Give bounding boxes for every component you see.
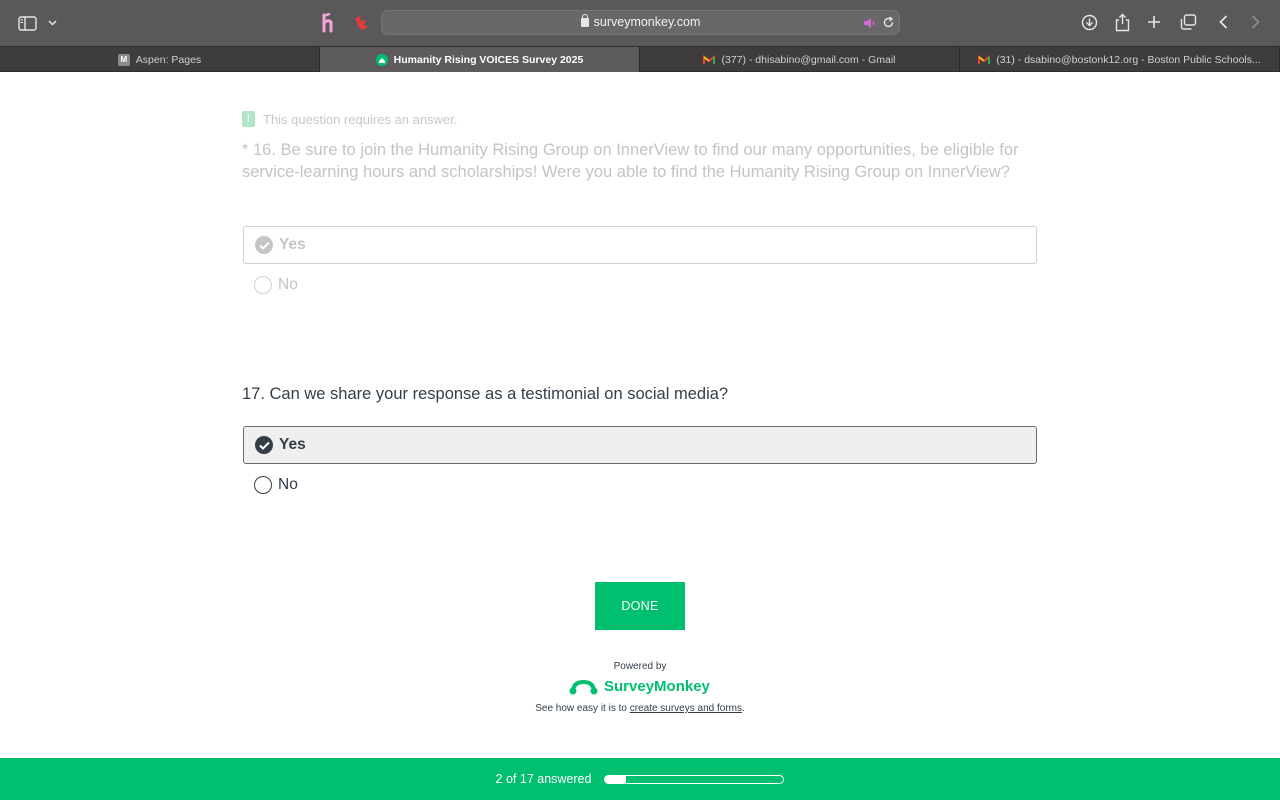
download-icon (1081, 14, 1097, 30)
gmail-icon (978, 54, 991, 66)
tab-humanity-rising-survey[interactable]: Humanity Rising VOICES Survey 2025 (320, 47, 640, 72)
q17-option-yes-label: Yes (279, 436, 306, 453)
tab-label: Aspen: Pages (135, 53, 202, 66)
sidebar-icon (17, 15, 37, 31)
q16-option-no[interactable]: No (243, 266, 1037, 304)
q16-option-yes[interactable]: Yes (243, 226, 1037, 264)
share-button[interactable] (1112, 11, 1132, 33)
see-how-suffix: . (741, 703, 745, 714)
surveymonkey-logo-icon (569, 679, 598, 695)
tabs-overview-icon (1180, 14, 1196, 30)
powered-by-text: Powered by (613, 661, 667, 672)
tab-label: (377) - dhisabino@gmail.com - Gmail (721, 53, 896, 66)
chevron-left-icon (1218, 15, 1227, 29)
radio-circle-icon (254, 476, 272, 494)
honey-extension-icon[interactable] (318, 11, 340, 35)
surveymonkey-logo[interactable]: SurveyMonkey (569, 674, 710, 698)
required-warning: ! This question requires an answer. (242, 111, 457, 127)
surveymonkey-favicon-icon (375, 53, 388, 66)
audio-playing-icon[interactable] (863, 16, 877, 34)
alert-icon: ! (242, 111, 255, 127)
radio-circle-icon (254, 276, 272, 294)
see-how-prefix: See how easy it is to (535, 703, 630, 714)
tab-gmail-personal[interactable]: (377) - dhisabino@gmail.com - Gmail (640, 47, 960, 72)
tab-label: (31) - dsabino@bostonk12.org - Boston Pu… (996, 53, 1261, 66)
reload-icon[interactable] (882, 16, 895, 34)
survey-page: ! This question requires an answer. * 16… (0, 72, 1280, 758)
progress-bar (604, 774, 785, 784)
share-icon (1115, 13, 1129, 31)
progress-bar-fill (605, 775, 627, 783)
tab-label: Humanity Rising VOICES Survey 2025 (393, 53, 584, 66)
aspen-favicon-icon: M (117, 53, 130, 66)
chevron-right-icon (1251, 15, 1260, 29)
progress-footer: 2 of 17 answered (0, 758, 1280, 800)
tab-overview-button[interactable] (1178, 13, 1198, 31)
sidebar-toggle-button[interactable] (16, 13, 38, 33)
forward-button[interactable] (1246, 13, 1264, 31)
create-surveys-link[interactable]: create surveys and forms (630, 703, 742, 714)
q17-option-no-label: No (278, 476, 298, 493)
required-warning-text: This question requires an answer. (263, 111, 458, 127)
back-button[interactable] (1214, 13, 1232, 31)
q17-option-no[interactable]: No (243, 466, 1037, 504)
downloads-button[interactable] (1079, 12, 1099, 32)
tab-bar: M Aspen: Pages Humanity Rising VOICES Su… (0, 46, 1280, 72)
lock-icon (580, 14, 589, 27)
sidebar-menu-chevron[interactable] (45, 16, 59, 30)
browser-toolbar: surveymonkey.com (0, 0, 1280, 46)
chevron-down-icon (47, 20, 57, 26)
done-button[interactable]: DONE (595, 582, 685, 630)
tab-gmail-bps[interactable]: (31) - dsabino@bostonk12.org - Boston Pu… (960, 47, 1280, 72)
red-extension-icon[interactable] (350, 12, 372, 34)
tab-aspen-pages[interactable]: M Aspen: Pages (0, 47, 320, 72)
see-how-text: See how easy it is to create surveys and… (0, 703, 1280, 714)
plus-icon (1148, 16, 1160, 28)
progress-text: 2 of 17 answered (495, 772, 592, 786)
checkmark-circle-icon (255, 236, 273, 254)
gmail-icon (703, 54, 716, 66)
address-bar[interactable]: surveymonkey.com (381, 10, 900, 35)
checkmark-circle-icon (255, 436, 273, 454)
q17-option-yes[interactable]: Yes (243, 426, 1037, 464)
new-tab-button[interactable] (1145, 13, 1163, 31)
q16-option-yes-label: Yes (279, 236, 306, 253)
url-text: surveymonkey.com (593, 15, 701, 29)
question-17-title: 17. Can we share your response as a test… (242, 385, 729, 403)
question-16-title: * 16. Be sure to join the Humanity Risin… (242, 141, 1019, 181)
surveymonkey-brand: SurveyMonkey (604, 677, 710, 695)
q16-option-no-label: No (278, 276, 298, 293)
